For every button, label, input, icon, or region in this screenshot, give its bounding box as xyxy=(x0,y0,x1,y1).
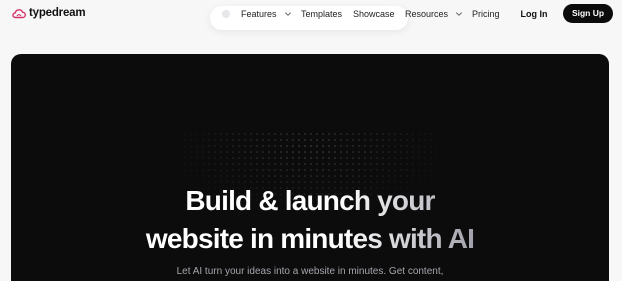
nav-item-label: Templates xyxy=(301,9,343,19)
nav-item-pricing[interactable]: Pricing xyxy=(472,6,500,22)
nav-item-features[interactable]: Features xyxy=(241,6,292,22)
chevron-down-icon xyxy=(456,12,462,16)
hero-subtitle: Let AI turn your ideas into a website in… xyxy=(176,266,444,277)
nav-item-showcase[interactable]: Showcase xyxy=(353,6,395,22)
signup-button[interactable]: Sign Up xyxy=(563,4,613,23)
nav-item-label: Features xyxy=(241,9,277,19)
headline-line-1: Build & launch your xyxy=(11,182,609,220)
chevron-down-icon xyxy=(284,12,291,16)
brand-name: typedream xyxy=(29,7,86,19)
nav-item-label: Resources xyxy=(405,9,449,19)
nav-item-templates[interactable]: Templates xyxy=(301,6,342,22)
top-navigation-bar: typedream Features Templates Showcase Re… xyxy=(0,0,622,30)
cloud-logo-icon xyxy=(12,8,26,19)
hero-headline: Build & launch your website in minutes w… xyxy=(11,182,609,258)
brand-logo-link[interactable]: typedream xyxy=(12,6,86,20)
hero-section: Build & launch your website in minutes w… xyxy=(11,54,609,281)
headline-line-2: website in minutes with AI xyxy=(11,220,609,258)
nav-item-label: Showcase xyxy=(353,9,395,19)
nav-item-resources[interactable]: Resources xyxy=(405,6,463,22)
nav-indicator-dot xyxy=(222,10,230,18)
page: typedream Features Templates Showcase Re… xyxy=(0,0,622,281)
login-button[interactable]: Log In xyxy=(516,6,552,22)
nav-item-label: Pricing xyxy=(472,9,500,19)
